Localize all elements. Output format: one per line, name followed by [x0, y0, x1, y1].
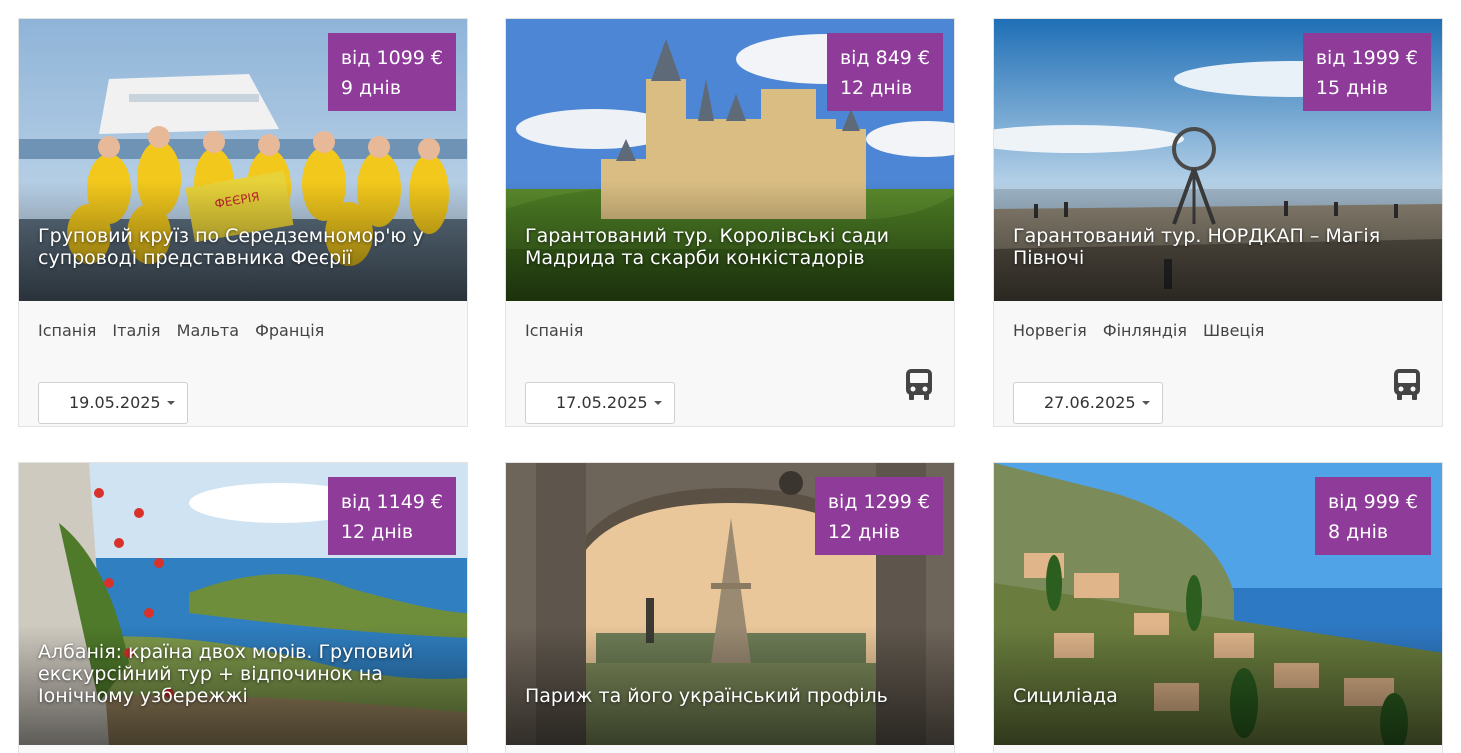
price-badge: від 1149 € 12 днів: [327, 477, 456, 555]
tour-photo-paris[interactable]: Париж та його український профіль від 12…: [506, 463, 954, 745]
country-list: Іспанія: [525, 321, 594, 340]
date-select[interactable]: 19.05.2025: [38, 382, 188, 424]
country-tag[interactable]: Мальта: [177, 321, 239, 340]
tour-grid: ФЕЄРІЯ Груповий круїз по Середземномор'ю…: [0, 0, 1461, 753]
price-label: від 1999 €: [1315, 47, 1418, 69]
tour-photo-albania[interactable]: Албанія: країна двох морів. Груповий екс…: [19, 463, 467, 745]
duration-label: 12 днів: [827, 521, 901, 543]
tour-title[interactable]: Албанія: країна двох морів. Груповий екс…: [38, 641, 429, 707]
price-badge: від 849 € 12 днів: [826, 33, 943, 111]
tour-title[interactable]: Париж та його український профіль: [525, 685, 916, 707]
country-tag[interactable]: Швеція: [1203, 321, 1264, 340]
duration-label: 15 днів: [1315, 77, 1389, 99]
tour-card[interactable]: Сициліада від 999 € 8 днів: [993, 462, 1443, 753]
price-label: від 1299 €: [827, 491, 930, 513]
date-value: 27.06.2025: [1044, 393, 1136, 412]
country-tag[interactable]: Франція: [255, 321, 324, 340]
tour-title[interactable]: Сициліада: [1013, 685, 1404, 707]
bus-icon: [1394, 369, 1420, 400]
price-label: від 999 €: [1327, 491, 1418, 513]
chevron-down-icon: [1142, 401, 1150, 405]
chevron-down-icon: [654, 401, 662, 405]
tour-card[interactable]: Париж та його український профіль від 12…: [505, 462, 955, 753]
price-label: від 849 €: [839, 47, 930, 69]
date-select[interactable]: 17.05.2025: [525, 382, 675, 424]
tour-photo-nordkapp[interactable]: Гарантований тур. НОРДКАП – Магія Півноч…: [994, 19, 1442, 301]
date-value: 17.05.2025: [556, 393, 648, 412]
country-tag[interactable]: Іспанія: [525, 321, 583, 340]
tour-photo-sicily[interactable]: Сициліада від 999 € 8 днів: [994, 463, 1442, 745]
tour-card[interactable]: Гарантований тур. Королівські сади Мадри…: [505, 18, 955, 427]
price-badge: від 999 € 8 днів: [1314, 477, 1431, 555]
tour-title[interactable]: Груповий круїз по Середземномор'ю у супр…: [38, 225, 429, 269]
tour-card[interactable]: ФЕЄРІЯ Груповий круїз по Середземномор'ю…: [18, 18, 468, 427]
country-tag[interactable]: Норвегія: [1013, 321, 1087, 340]
price-label: від 1099 €: [340, 47, 443, 69]
chevron-down-icon: [167, 401, 175, 405]
date-select[interactable]: 27.06.2025: [1013, 382, 1163, 424]
tour-title[interactable]: Гарантований тур. Королівські сади Мадри…: [525, 225, 916, 269]
tour-title[interactable]: Гарантований тур. НОРДКАП – Магія Півноч…: [1013, 225, 1404, 269]
country-tag[interactable]: Італія: [112, 321, 160, 340]
country-tag[interactable]: Фінляндія: [1103, 321, 1187, 340]
price-label: від 1149 €: [340, 491, 443, 513]
country-tag[interactable]: Іспанія: [38, 321, 96, 340]
country-list: Іспанія Італія Мальта Франція: [38, 321, 335, 340]
bus-icon: [906, 369, 932, 400]
duration-label: 12 днів: [839, 77, 913, 99]
price-badge: від 1999 € 15 днів: [1302, 33, 1431, 111]
tour-card[interactable]: Гарантований тур. НОРДКАП – Магія Півноч…: [993, 18, 1443, 427]
country-list: Норвегія Фінляндія Швеція: [1013, 321, 1275, 340]
tour-card[interactable]: Албанія: країна двох морів. Груповий екс…: [18, 462, 468, 753]
tour-photo-cruise[interactable]: ФЕЄРІЯ Груповий круїз по Середземномор'ю…: [19, 19, 467, 301]
duration-label: 12 днів: [340, 521, 414, 543]
duration-label: 8 днів: [1327, 521, 1389, 543]
price-badge: від 1299 € 12 днів: [814, 477, 943, 555]
price-badge: від 1099 € 9 днів: [327, 33, 456, 111]
duration-label: 9 днів: [340, 77, 402, 99]
date-value: 19.05.2025: [69, 393, 161, 412]
tour-photo-castle[interactable]: Гарантований тур. Королівські сади Мадри…: [506, 19, 954, 301]
